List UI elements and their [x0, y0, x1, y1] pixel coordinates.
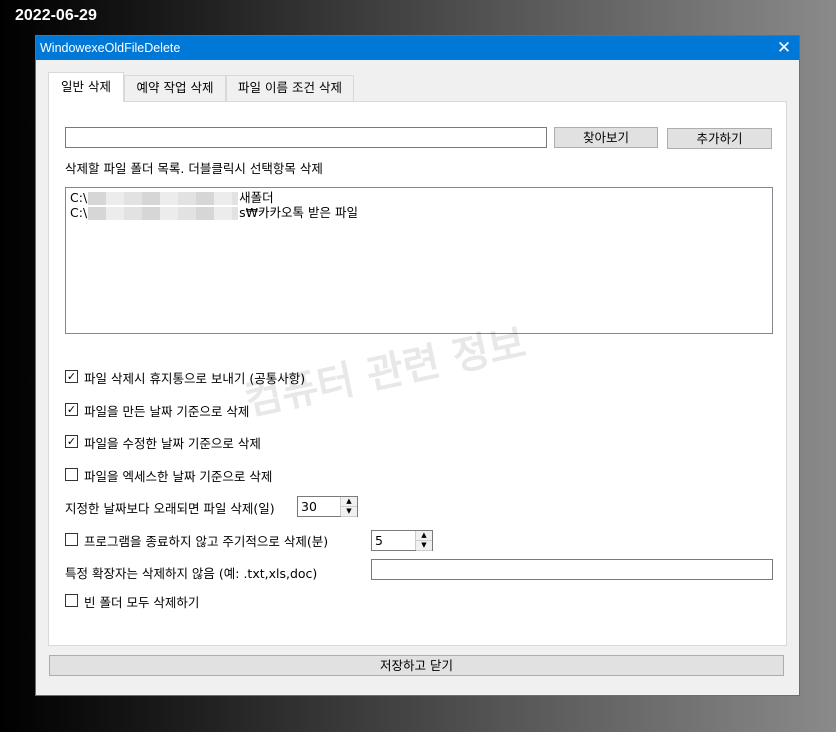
spin-up-icon[interactable]: ▲	[416, 531, 432, 541]
periodic-value: 5	[375, 533, 383, 548]
created-date-label: 파일을 만든 날짜 기준으로 삭제	[84, 404, 250, 419]
empty-folders-checkbox[interactable]	[65, 594, 78, 607]
list-item[interactable]: C:\ s₩카카오톡 받은 파일	[70, 205, 768, 220]
accessed-date-checkbox[interactable]	[65, 468, 78, 481]
list-item[interactable]: C:\ 새폴더	[70, 190, 768, 205]
days-value: 30	[301, 499, 317, 514]
created-date-checkbox[interactable]: ✓	[65, 403, 78, 416]
days-stepper[interactable]: 30 ▲ ▼	[297, 496, 358, 517]
add-button[interactable]: 추가하기	[667, 128, 772, 149]
folder-path-input[interactable]	[65, 127, 547, 148]
periodic-spin-arrows[interactable]: ▲ ▼	[415, 531, 432, 551]
periodic-label: 프로그램을 종료하지 않고 주기적으로 삭제(분)	[84, 534, 329, 549]
days-label: 지정한 날짜보다 오래되면 파일 삭제(일)	[65, 501, 275, 516]
days-spin-arrows[interactable]: ▲ ▼	[340, 497, 357, 517]
recycle-checkbox[interactable]: ✓	[65, 370, 78, 383]
accessed-date-label: 파일을 엑세스한 날짜 기준으로 삭제	[84, 469, 273, 484]
tab-scheduled-delete[interactable]: 예약 작업 삭제	[124, 75, 226, 101]
redacted-path	[88, 192, 239, 205]
list-item-suffix: s₩카카오톡 받은 파일	[239, 205, 358, 220]
title-bar[interactable]: WindowexeOldFileDelete ✕	[36, 36, 799, 60]
folder-listbox[interactable]: C:\ 새폴더 C:\ s₩카카오톡 받은 파일	[65, 187, 773, 334]
window-title: WindowexeOldFileDelete	[40, 41, 181, 55]
spin-up-icon[interactable]: ▲	[341, 497, 357, 507]
browse-button[interactable]: 찾아보기	[554, 127, 658, 148]
modified-date-checkbox[interactable]: ✓	[65, 435, 78, 448]
save-close-button[interactable]: 저장하고 닫기	[49, 655, 784, 676]
modified-date-label: 파일을 수정한 날짜 기준으로 삭제	[84, 436, 261, 451]
tab-panel-general: 찾아보기 추가하기 삭제할 파일 폴더 목록. 더블클릭시 선택항목 삭제 C:…	[48, 101, 787, 646]
redacted-path	[88, 207, 239, 220]
date-stamp: 2022-06-29	[15, 7, 97, 24]
recycle-label: 파일 삭제시 휴지통으로 보내기 (공통사항)	[84, 371, 306, 386]
folder-list-label: 삭제할 파일 폴더 목록. 더블클릭시 선택항목 삭제	[65, 161, 323, 176]
close-icon[interactable]: ✕	[769, 36, 799, 60]
empty-folders-label: 빈 폴더 모두 삭제하기	[84, 595, 200, 610]
exclude-extensions-input[interactable]	[371, 559, 773, 580]
spin-down-icon[interactable]: ▼	[341, 507, 357, 517]
list-item-suffix: 새폴더	[239, 190, 274, 205]
exclude-extensions-label: 특정 확장자는 삭제하지 않음 (예: .txt,xls,doc)	[65, 566, 318, 581]
list-item-prefix: C:\	[70, 190, 88, 205]
spin-down-icon[interactable]: ▼	[416, 541, 432, 551]
list-item-prefix: C:\	[70, 205, 88, 220]
app-window: WindowexeOldFileDelete ✕ 일반 삭제 예약 작업 삭제 …	[35, 35, 800, 696]
tab-general-delete[interactable]: 일반 삭제	[48, 72, 124, 102]
periodic-checkbox[interactable]	[65, 533, 78, 546]
periodic-stepper[interactable]: 5 ▲ ▼	[371, 530, 433, 551]
tab-filename-condition-delete[interactable]: 파일 이름 조건 삭제	[226, 75, 354, 101]
